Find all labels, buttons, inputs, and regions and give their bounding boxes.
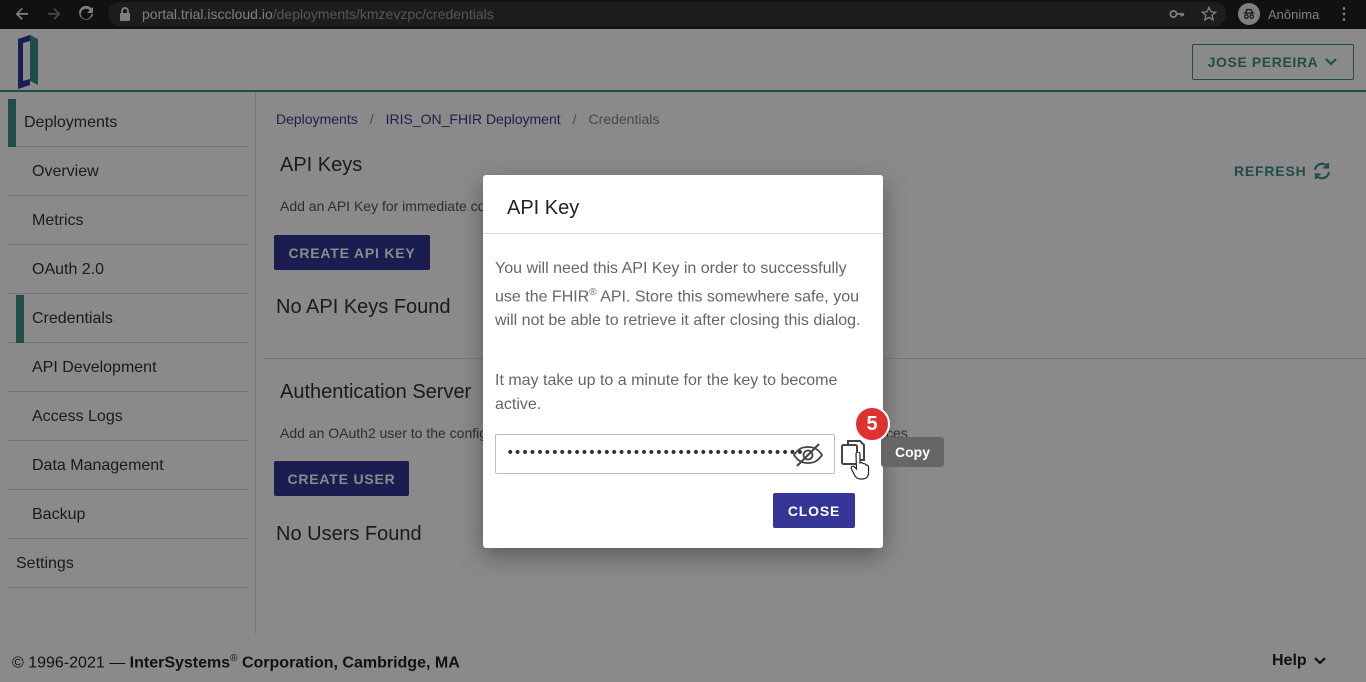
dialog-title: API Key xyxy=(507,197,580,219)
dialog-instructions: You will need this API Key in order to s… xyxy=(495,260,861,330)
api-key-dialog: API Key You will need this API Key in or… xyxy=(483,175,883,548)
copy-tooltip: Copy xyxy=(881,437,944,467)
close-button[interactable]: CLOSE xyxy=(773,493,855,528)
dialog-divider xyxy=(483,233,883,234)
hand-pointer-icon xyxy=(850,452,870,480)
api-key-value: •••••••••••••••••••••••••••••••••••••••• xyxy=(506,445,804,461)
step-badge: 5 xyxy=(854,406,890,442)
dialog-activation-note: It may take up to a minute for the key t… xyxy=(495,372,838,413)
eye-off-icon[interactable] xyxy=(792,441,824,469)
api-key-field[interactable]: •••••••••••••••••••••••••••••••••••••••• xyxy=(495,434,835,474)
